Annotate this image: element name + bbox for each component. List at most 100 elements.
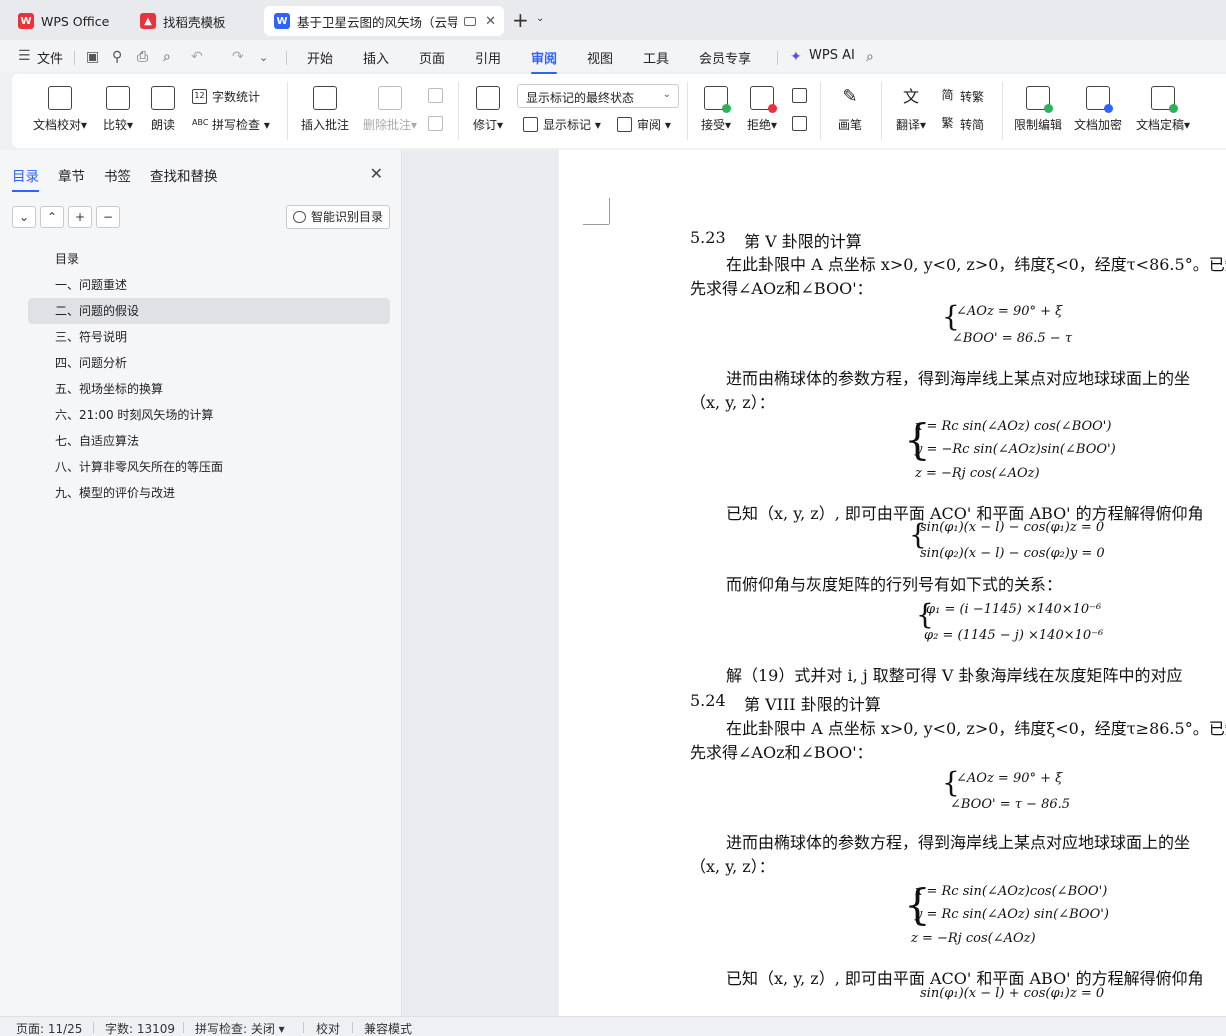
word-count-button[interactable]: 12 字数统计 [192, 88, 260, 105]
doc-check-button[interactable]: 文档校对▾ [28, 86, 92, 133]
menu-view[interactable]: 视图 [587, 48, 613, 67]
chevron-down-icon[interactable]: ⌄ [536, 13, 544, 24]
reject-button[interactable]: 拒绝▾ [744, 86, 780, 133]
save-icon[interactable]: ▣ [86, 49, 99, 65]
divider [303, 1022, 304, 1033]
redo-icon[interactable]: ↷ [232, 49, 244, 65]
menu-home[interactable]: 开始 [307, 48, 333, 67]
search-icon[interactable]: ⌕ [866, 49, 874, 65]
margin-marker [583, 224, 609, 225]
toc-item[interactable]: 一、问题重述 [28, 272, 390, 298]
print-icon[interactable]: ⎙ [137, 49, 148, 65]
menu-file[interactable]: 文件 [37, 48, 63, 67]
collapse-all-button[interactable]: ⌄ [12, 206, 36, 228]
equation-line: y = −Rc sin(∠AOz)sin(∠BOO') [915, 442, 1116, 457]
restrict-edit-icon [1026, 86, 1053, 113]
divider [1002, 82, 1003, 140]
show-marks-icon [523, 117, 538, 132]
paragraph: 进而由椭球体的参数方程，得到海岸线上某点对应地球球面上的坐 [726, 369, 1191, 388]
doc-check-icon [48, 86, 72, 110]
spell-check-icon: ABC [192, 118, 209, 127]
undo-icon[interactable]: ↶ [191, 49, 203, 65]
toc-item[interactable]: 七、自适应算法 [28, 428, 390, 454]
markup-state-dropdown[interactable]: 显示标记的最终状态 ⌄ [517, 84, 679, 108]
divider [352, 1022, 353, 1033]
accept-button[interactable]: 接受▾ [698, 86, 734, 133]
prev-comment-icon[interactable] [428, 88, 448, 103]
paragraph: 进而由椭球体的参数方程，得到海岸线上某点对应地球球面上的坐 [726, 833, 1191, 852]
pen-button[interactable]: ✎ 画笔 [834, 86, 866, 133]
menu-insert[interactable]: 插入 [363, 48, 389, 67]
tab-docer-templates[interactable]: ▲ 找稻壳模板 [130, 6, 260, 36]
delete-comment-icon [378, 86, 402, 110]
page-indicator[interactable]: 页面: 11/25 [16, 1020, 82, 1036]
to-traditional-button[interactable]: 简 转繁 [940, 88, 984, 105]
menu-tools[interactable]: 工具 [643, 48, 669, 67]
add-heading-button[interactable]: + [68, 206, 92, 228]
review-pane-button[interactable]: 审阅 ▾ [617, 116, 671, 133]
paragraph: 在此卦限中 A 点坐标 x>0, y<0, z>0，纬度ξ<0，经度τ≥86.5… [726, 719, 1226, 738]
close-icon[interactable]: ✕ [485, 14, 496, 29]
new-tab-button[interactable]: + [512, 8, 529, 32]
expand-up-button[interactable]: ⌃ [40, 206, 64, 228]
hamburger-icon[interactable]: ☰ [18, 48, 31, 64]
to-traditional-label: 转繁 [960, 90, 985, 104]
menu-references[interactable]: 引用 [475, 48, 501, 67]
tab-find-replace[interactable]: 查找和替换 [150, 165, 218, 185]
toc-item[interactable]: 八、计算非零风矢所在的等压面 [28, 454, 390, 480]
menu-review[interactable]: 审阅 [531, 48, 558, 74]
toc-item[interactable]: 目录 [28, 246, 390, 272]
compat-mode-status: 兼容模式 [364, 1022, 413, 1036]
toc-item-selected[interactable]: 二、问题的假设 [28, 298, 390, 324]
document-page[interactable]: 5.23 第 V 卦限的计算 在此卦限中 A 点坐标 x>0, y<0, z>0… [559, 150, 1226, 1016]
spell-check-status[interactable]: 拼写检查: 关闭 ▾ [195, 1020, 285, 1036]
restrict-edit-button[interactable]: 限制编辑 [1012, 86, 1064, 133]
tab-current-document[interactable]: W 基于卫星云图的风矢场（云导 ✕ [264, 6, 504, 36]
divider [286, 51, 287, 65]
read-aloud-button[interactable]: 朗读 [148, 86, 178, 133]
toc-item[interactable]: 六、21:00 时刻风矢场的计算 [28, 402, 390, 428]
tab-sections[interactable]: 章节 [58, 165, 85, 185]
accept-label: 接受 [700, 118, 725, 132]
finalize-button[interactable]: 文档定稿▾ [1132, 86, 1194, 133]
tab-bookmarks[interactable]: 书签 [104, 165, 131, 185]
section-number: 5.23 [690, 228, 726, 247]
word-count-status[interactable]: 字数: 13109 [105, 1020, 175, 1036]
show-marks-button[interactable]: 显示标记 ▾ [523, 116, 601, 133]
print-preview-icon[interactable]: ⌕ [163, 49, 171, 65]
remove-heading-button[interactable]: − [96, 206, 120, 228]
spell-check-status-label: 拼写检查: 关闭 [195, 1022, 275, 1036]
chevron-down-icon[interactable]: ⌄ [259, 51, 268, 64]
insert-comment-button[interactable]: 插入批注 [299, 86, 351, 133]
close-icon[interactable]: ✕ [370, 164, 383, 183]
to-simplified-button[interactable]: 繁 转简 [940, 116, 984, 133]
menu-member[interactable]: 会员专享 [699, 48, 751, 67]
prev-change-icon[interactable] [792, 88, 812, 103]
toc-list: 目录 一、问题重述 二、问题的假设 三、符号说明 四、问题分析 五、视场坐标的换… [28, 246, 390, 506]
translate-button[interactable]: 文 翻译▾ [892, 86, 930, 133]
equation-line: x = Rc sin(∠AOz)cos(∠BOO') [915, 884, 1108, 899]
toc-item[interactable]: 四、问题分析 [28, 350, 390, 376]
encrypt-button[interactable]: 文档加密 [1072, 86, 1124, 133]
revise-button[interactable]: 修订▾ [470, 86, 506, 133]
next-change-icon[interactable] [792, 116, 812, 131]
next-comment-icon[interactable] [428, 116, 448, 131]
share-icon[interactable]: ⚲ [112, 49, 122, 65]
tab-toc[interactable]: 目录 [12, 165, 39, 192]
smart-toc-button[interactable]: 智能识别目录 [286, 205, 390, 229]
paragraph: （x, y, z）： [690, 393, 775, 412]
compare-button[interactable]: 比较▾ [98, 86, 138, 133]
menu-wps-ai[interactable]: WPS AI [809, 48, 855, 63]
equation-line: ∠AOz = 90° + ξ [956, 771, 1063, 786]
tab-wps-office[interactable]: W WPS Office [8, 6, 122, 36]
toc-item[interactable]: 三、符号说明 [28, 324, 390, 350]
paragraph: （x, y, z）： [690, 857, 775, 876]
tab-preview-icon[interactable] [464, 16, 476, 26]
spell-check-button[interactable]: ABC 拼写检查 ▾ [192, 116, 270, 133]
menu-page[interactable]: 页面 [419, 48, 445, 67]
toc-item[interactable]: 五、视场坐标的换算 [28, 376, 390, 402]
toc-item[interactable]: 九、模型的评价与改进 [28, 480, 390, 506]
divider [820, 82, 821, 140]
proofread-status[interactable]: 校对 [316, 1020, 340, 1036]
delete-comment-button[interactable]: 删除批注▾ [359, 86, 421, 133]
